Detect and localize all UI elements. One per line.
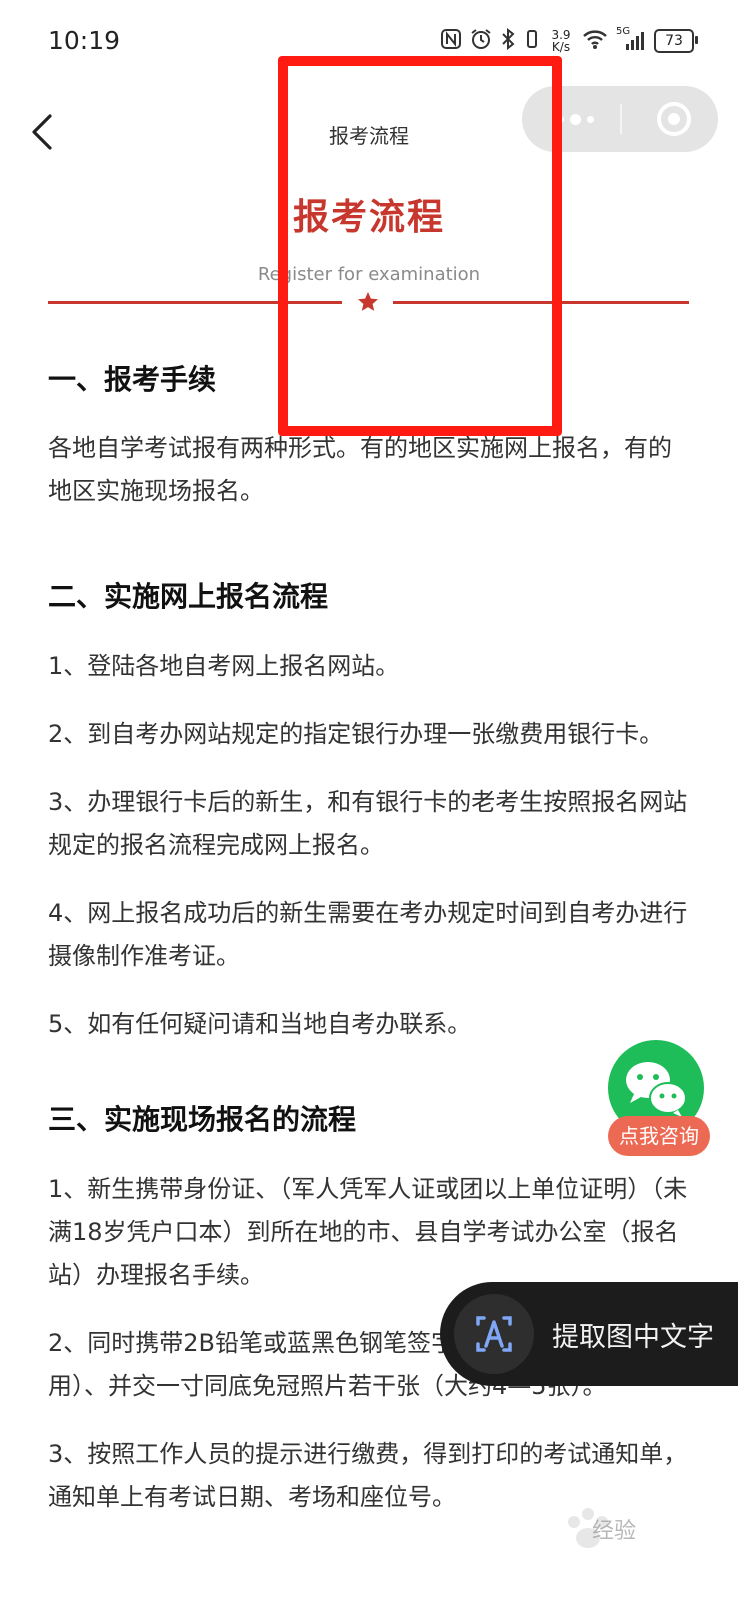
bluetooth-icon xyxy=(500,27,516,55)
paragraph: 1、新生携带身份证、（军人凭军人证或团以上单位证明）（未满18岁凭户口本）到所在… xyxy=(48,1175,688,1289)
status-icons: 3.9 K/s 5G 73 xyxy=(440,26,698,56)
paw-watermark-icon xyxy=(560,1500,720,1560)
paragraph: 1、登陆各地自考网上报名网站。 xyxy=(48,652,400,680)
consult-button[interactable]: 点我咨询 xyxy=(608,1116,710,1156)
vibrate-icon xyxy=(524,28,540,55)
alarm-icon xyxy=(470,28,492,55)
paragraph: 2、到自考办网站规定的指定银行办理一张缴费用银行卡。 xyxy=(48,720,664,748)
status-time: 10:19 xyxy=(48,26,121,55)
close-miniprogram-icon[interactable] xyxy=(655,100,693,138)
wifi-icon xyxy=(582,28,608,55)
net-speed: 3.9 K/s xyxy=(548,29,574,53)
paragraph: 4、网上报名成功后的新生需要在考办规定时间到自考办进行摄像制作准考证。 xyxy=(48,899,688,970)
extract-text-label: 提取图中文字 xyxy=(552,1322,714,1353)
text-recognition-icon xyxy=(454,1294,534,1374)
section-heading: 三、实施现场报名的流程 xyxy=(48,1103,357,1136)
battery-icon: 73 xyxy=(654,29,698,53)
watermark-text: 经验 xyxy=(592,1519,637,1544)
extract-text-button[interactable]: 提取图中文字 xyxy=(440,1282,738,1386)
section-heading: 二、实施网上报名流程 xyxy=(48,580,329,613)
paragraph: 3、办理银行卡后的新生，和有银行卡的老考生按照报名网站规定的报名流程完成网上报名… xyxy=(48,788,688,859)
capsule-divider xyxy=(620,104,622,134)
paragraph: 各地自学考试报有两种形式。有的地区实施网上报名，有的地区实施现场报名。 xyxy=(48,434,672,505)
nfc-icon xyxy=(440,28,462,55)
net-speed-unit: K/s xyxy=(551,40,571,54)
cellular-signal-icon: 5G xyxy=(616,26,646,52)
highlight-box xyxy=(278,56,562,436)
paragraph: 5、如有任何疑问请和当地自考办联系。 xyxy=(48,1010,472,1038)
